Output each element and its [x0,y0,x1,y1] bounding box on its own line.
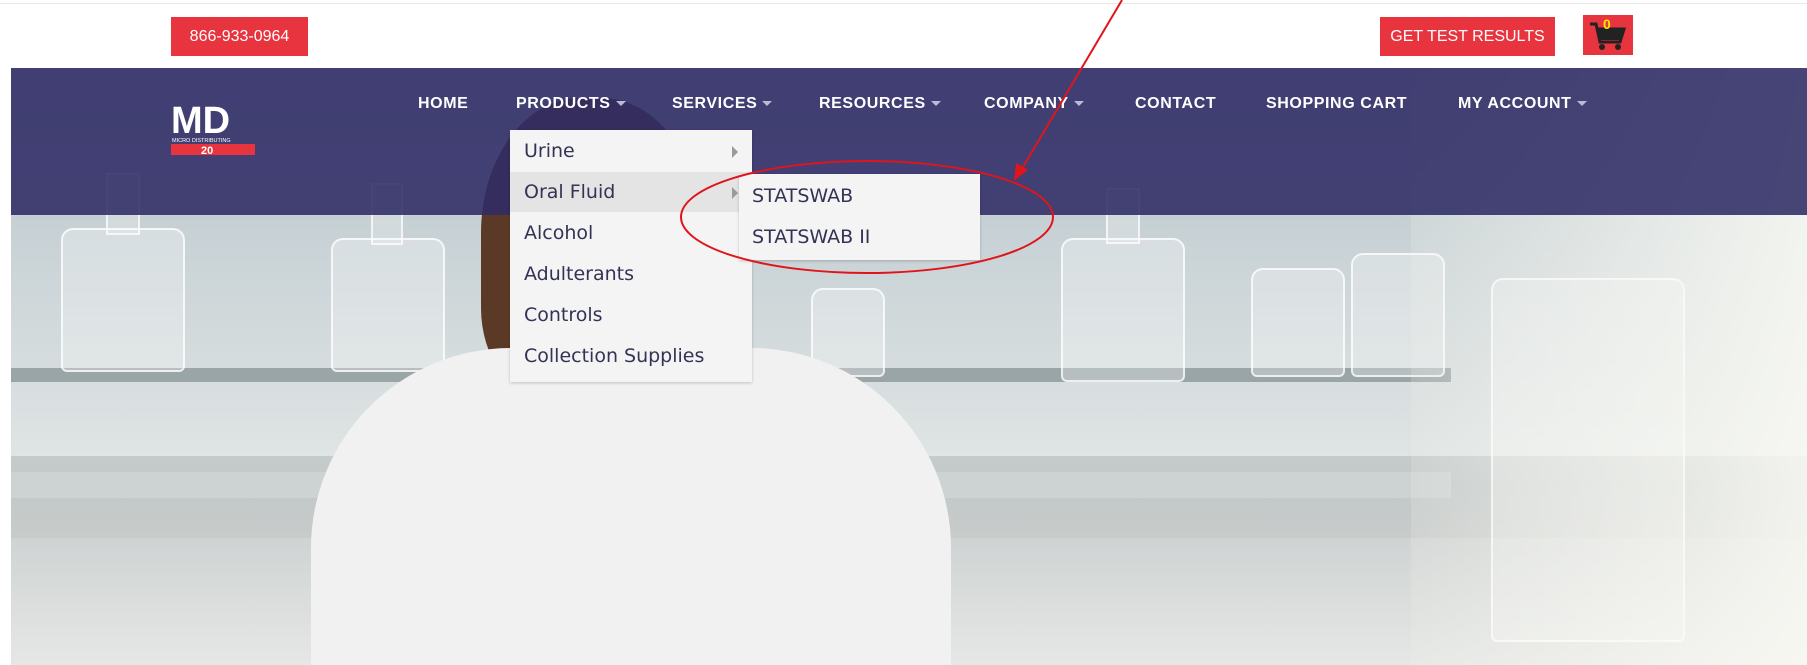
top-bar: 866-933-0964 GET TEST RESULTS 0 [0,0,1807,68]
lab-bottle [1061,238,1185,382]
nav-home-label: HOME [418,95,469,112]
phone-button[interactable]: 866-933-0964 [171,17,308,56]
caret-down-icon [615,101,626,107]
caret-down-icon [930,101,941,107]
menu-item-label: Urine [524,140,575,162]
lab-bottle [61,228,185,372]
submenu-arrow-icon [732,146,738,158]
menu-item-label: Collection Supplies [524,345,705,367]
nav-my-account-label: MY ACCOUNT [1458,95,1572,112]
nav-shopping-cart[interactable]: SHOPPING CART [1266,92,1407,116]
nav-company[interactable]: COMPANY [984,92,1084,116]
menu-item-oral-fluid[interactable]: Oral Fluid [510,172,752,212]
menu-item-adulterants[interactable]: Adulterants [510,254,752,294]
caret-down-icon [762,101,773,107]
nav-contact[interactable]: CONTACT [1135,92,1216,116]
logo-text: MD [171,101,230,142]
menu-item-label: Adulterants [524,263,635,285]
oral-fluid-submenu: STATSWAB STATSWAB II [739,174,980,260]
lab-bottle [331,238,445,372]
top-divider [0,3,1807,4]
nav-my-account[interactable]: MY ACCOUNT [1458,92,1587,116]
nav-products-label: PRODUCTS [516,95,611,112]
menu-item-alcohol[interactable]: Alcohol [510,213,752,253]
nav-products[interactable]: PRODUCTS [516,92,626,116]
cart-button[interactable]: 0 [1583,15,1633,55]
menu-item-label: STATSWAB [752,185,854,207]
menu-item-controls[interactable]: Controls [510,295,752,335]
products-dropdown: Urine Oral Fluid Alcohol Adulterants Con… [510,130,752,382]
nav-services[interactable]: SERVICES [672,92,773,116]
menu-item-label: Oral Fluid [524,181,616,203]
nav-services-label: SERVICES [672,95,758,112]
nav-home[interactable]: HOME [418,92,468,116]
person-lab-coat [311,348,951,665]
nav-company-label: COMPANY [984,95,1069,112]
caret-down-icon [1073,101,1084,107]
lab-bottle [1251,268,1345,377]
caret-down-icon [1576,101,1587,107]
nav-resources-label: RESOURCES [819,95,926,112]
submenu-arrow-icon [732,187,738,199]
menu-item-label: Alcohol [524,222,594,244]
nav-resources[interactable]: RESOURCES [819,92,941,116]
logo-subtext: MICRO DISTRIBUTING [172,138,231,144]
company-logo[interactable]: MD MICRO DISTRIBUTING 20 [171,101,255,156]
cart-count-badge: 0 [1603,16,1611,32]
logo-anniversary-text: 20 [201,145,213,156]
nav-shopping-cart-label: SHOPPING CART [1266,95,1408,112]
menu-item-statswab-ii[interactable]: STATSWAB II [739,217,980,257]
menu-item-label: Controls [524,304,603,326]
menu-item-statswab[interactable]: STATSWAB [739,176,980,216]
menu-item-label: STATSWAB II [752,226,871,248]
menu-item-urine[interactable]: Urine [510,131,752,171]
get-test-results-button[interactable]: GET TEST RESULTS [1380,17,1555,56]
menu-item-collection-supplies[interactable]: Collection Supplies [510,336,752,376]
nav-contact-label: CONTACT [1135,95,1217,112]
